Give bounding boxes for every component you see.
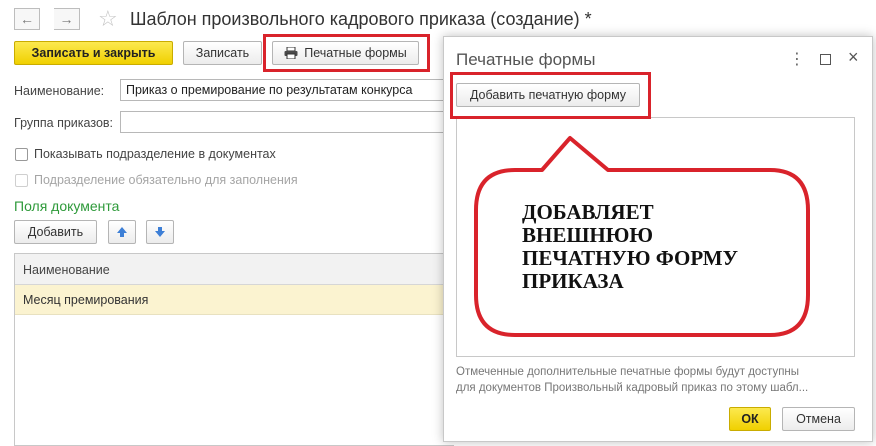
group-label: Группа приказов: <box>14 116 114 130</box>
move-down-button[interactable] <box>146 220 174 244</box>
department-required-label: Подразделение обязательно для заполнения <box>34 173 298 187</box>
callout-text: ДОБАВЛЯЕТ ВНЕШНЮЮ ПЕЧАТНУЮ ФОРМУ ПРИКАЗА <box>522 200 739 293</box>
arrow-right-icon: → <box>59 11 74 27</box>
arrow-down-icon <box>155 227 165 237</box>
forward-button[interactable]: → <box>54 8 80 30</box>
fields-table: Наименование Месяц премирования <box>14 253 454 446</box>
table-header-name: Наименование <box>15 254 454 285</box>
save-button[interactable]: Записать <box>183 41 262 65</box>
move-up-button[interactable] <box>108 220 136 244</box>
cancel-button[interactable]: Отмена <box>782 407 855 431</box>
show-department-checkbox[interactable] <box>15 148 28 161</box>
highlight-add-print-form <box>450 72 651 119</box>
add-button[interactable]: Добавить <box>14 220 97 244</box>
info-text-line1: Отмеченные дополнительные печатные формы… <box>456 366 800 378</box>
maximize-icon[interactable] <box>820 54 831 65</box>
highlight-print-forms <box>263 34 430 72</box>
name-label: Наименование: <box>14 84 105 98</box>
ok-button[interactable]: ОК <box>729 407 771 431</box>
info-text-line2: для документов Произвольный кадровый при… <box>456 382 809 394</box>
save-and-close-button[interactable]: Записать и закрыть <box>14 41 173 65</box>
close-icon[interactable]: × <box>848 47 859 68</box>
table-row[interactable]: Месяц премирования <box>15 285 454 315</box>
dialog-title: Печатные формы <box>456 50 596 69</box>
group-input[interactable] <box>120 111 450 133</box>
arrow-left-icon: ← <box>20 11 34 27</box>
arrow-up-icon <box>117 227 127 237</box>
info-text: Отмеченные дополнительные печатные формы… <box>456 364 808 396</box>
name-input[interactable]: Приказ о премирование по результатам кон… <box>120 79 450 101</box>
show-department-label: Показывать подразделение в документах <box>34 147 276 161</box>
fields-section-title: Поля документа <box>14 198 120 214</box>
window-title: Шаблон произвольного кадрового приказа (… <box>130 9 592 29</box>
more-options-icon[interactable]: ⋮ <box>789 49 805 69</box>
star-icon[interactable]: ☆ <box>98 6 118 32</box>
department-required-checkbox <box>15 174 28 187</box>
back-button[interactable]: ← <box>14 8 40 30</box>
